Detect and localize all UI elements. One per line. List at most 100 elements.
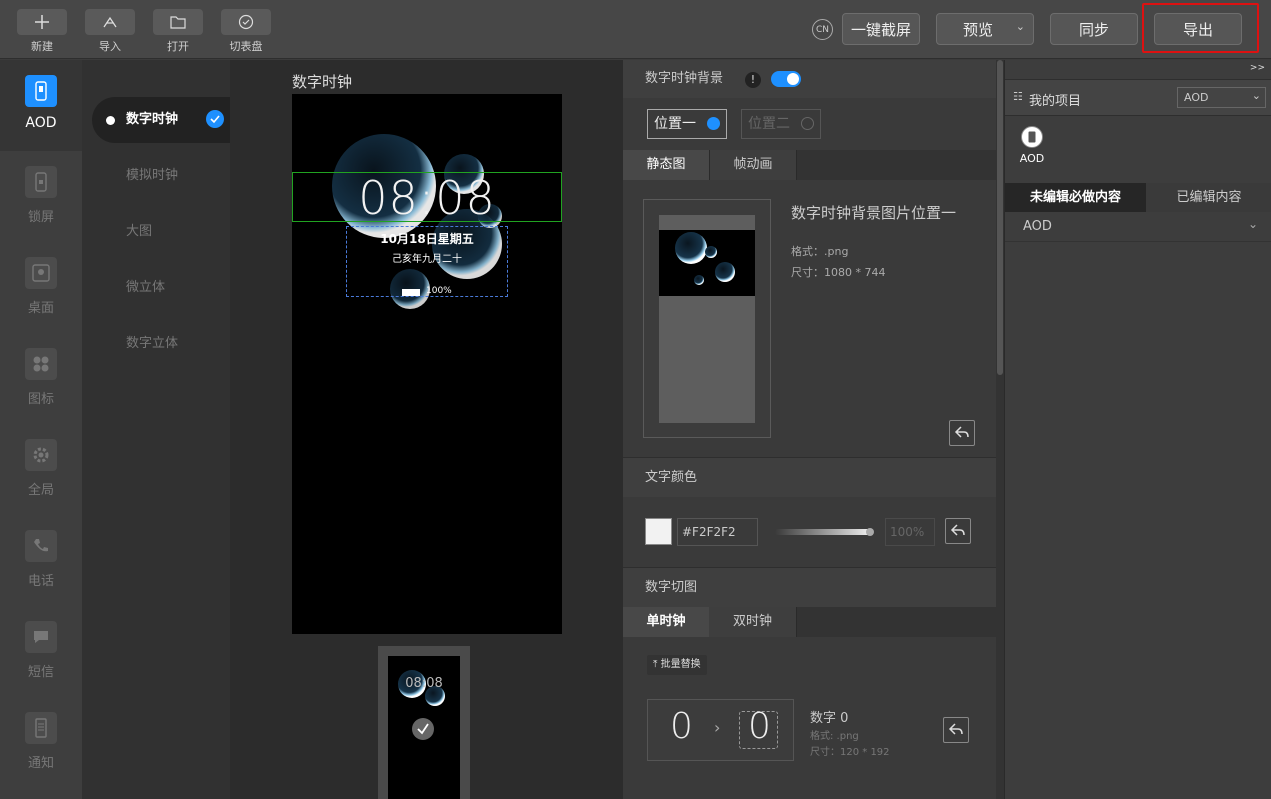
- bg-section-header: 数字时钟背景 !: [623, 60, 996, 98]
- preview-canvas: 数字时钟 08:08 10月18日星期五 己亥年九月二十 100% 08:08: [230, 60, 623, 799]
- subnav-item-analog-clock[interactable]: 模拟时钟: [92, 153, 230, 199]
- my-project-title: 我的项目: [1029, 94, 1082, 109]
- position-one-option[interactable]: 位置一: [647, 109, 727, 139]
- phone-call-icon: [25, 530, 57, 562]
- bg-thumbnail: [659, 230, 755, 296]
- digit-slice-area: ⤒ 批量替换 0 › 0 数字 0 格式: .png 尺寸：120 * 192: [623, 637, 996, 799]
- digit-slice-card[interactable]: 0 › 0: [647, 699, 794, 761]
- import-icon: [85, 9, 135, 35]
- nav-item-icons[interactable]: 图标: [0, 333, 82, 424]
- plus-icon: [17, 9, 67, 35]
- undo-icon: [950, 522, 966, 541]
- color-swatch[interactable]: [645, 518, 672, 545]
- nav-item-sms[interactable]: 短信: [0, 606, 82, 697]
- thumbnail-screen: 08:08: [388, 656, 460, 799]
- digit-target: 0: [748, 706, 771, 747]
- content-tabs: 未编辑必做内容 已编辑内容: [1005, 183, 1271, 212]
- bubbles-thumbnail: [675, 232, 735, 285]
- digit-size: 尺寸：120 * 192: [810, 747, 890, 758]
- battery-percent: 100%: [426, 286, 452, 296]
- position-one-label: 位置一: [654, 116, 696, 132]
- opacity-input[interactable]: 100%: [885, 518, 935, 546]
- import-button[interactable]: 导入: [85, 9, 135, 53]
- chevron-down-icon: ⌄: [1247, 217, 1258, 231]
- revert-digit-button[interactable]: [943, 717, 969, 743]
- group-aod-row[interactable]: AOD ⌄: [1005, 212, 1271, 242]
- clock-lunar-date: 己亥年九月二十: [392, 254, 462, 265]
- bg-toggle-switch[interactable]: [771, 71, 801, 87]
- gear-icon: [25, 439, 57, 471]
- phone-icon: [1021, 126, 1043, 148]
- tab-static-image[interactable]: 静态图: [623, 150, 709, 180]
- clock-count-tabs: 单时钟 双时钟: [623, 607, 996, 637]
- upload-icon: ⤒: [653, 659, 658, 670]
- nav-item-notification[interactable]: 通知: [0, 697, 82, 788]
- preview-thumbnail[interactable]: 08:08: [378, 646, 470, 799]
- image-icon: [25, 257, 57, 289]
- tab-unedited-required[interactable]: 未编辑必做内容: [1005, 183, 1146, 212]
- folder-icon: [153, 9, 203, 35]
- tab-frame-animation[interactable]: 帧动画: [709, 150, 797, 180]
- tab-single-clock[interactable]: 单时钟: [623, 607, 709, 637]
- import-label: 导入: [99, 40, 121, 53]
- message-icon: [25, 621, 57, 653]
- bg-image-slot[interactable]: [643, 199, 771, 438]
- notification-icon: [25, 712, 57, 744]
- tab-double-clock[interactable]: 双时钟: [709, 607, 797, 637]
- preview-label: 预览: [962, 20, 993, 39]
- nav-label: 电话: [27, 574, 54, 589]
- tab-edited[interactable]: 已编辑内容: [1146, 183, 1271, 212]
- project-item-aod[interactable]: AOD: [1019, 126, 1045, 176]
- nav-item-lockscreen[interactable]: 锁屏: [0, 151, 82, 242]
- circle-outline-icon: [801, 117, 814, 130]
- language-badge[interactable]: CN: [812, 19, 833, 40]
- opacity-slider[interactable]: [775, 529, 870, 535]
- revert-bg-button[interactable]: [949, 420, 975, 446]
- nav-item-aod[interactable]: AOD: [0, 60, 82, 151]
- thumbnail-time: 08:08: [405, 676, 443, 691]
- opacity-slider-handle[interactable]: [866, 528, 874, 536]
- screenshot-button[interactable]: 一键截屏: [842, 13, 920, 45]
- nav-label: 全局: [27, 483, 54, 498]
- nav-item-desktop[interactable]: 桌面: [0, 242, 82, 333]
- position-selector: 位置一 位置二: [623, 98, 996, 150]
- info-icon[interactable]: !: [745, 72, 761, 88]
- list-icon: ☷: [1013, 90, 1023, 103]
- color-hex-input[interactable]: #F2F2F2: [677, 518, 758, 546]
- nav-item-global[interactable]: 全局: [0, 424, 82, 515]
- new-button[interactable]: 新建: [17, 9, 67, 53]
- bg-section-title: 数字时钟背景: [645, 71, 724, 86]
- active-dot-icon: [106, 116, 115, 125]
- batch-replace-button[interactable]: ⤒ 批量替换: [647, 655, 707, 675]
- clock-date: 10月18日星期五: [380, 232, 474, 246]
- nav-label: 短信: [27, 665, 54, 680]
- subnav-item-big-image[interactable]: 大图: [92, 209, 230, 255]
- nav-label: 桌面: [27, 301, 54, 316]
- subnav-item-digital-3d[interactable]: 数字立体: [92, 321, 230, 367]
- export-button[interactable]: 导出: [1154, 13, 1242, 45]
- nav-label: AOD: [25, 115, 57, 131]
- text-color-header: 文字颜色: [623, 457, 996, 497]
- nav-label: 通知: [27, 756, 54, 771]
- bg-type-tabs: 静态图 帧动画: [623, 150, 996, 180]
- properties-scrollbar[interactable]: [996, 60, 1004, 799]
- preview-dropdown[interactable]: 预览 ⌄: [936, 13, 1034, 45]
- batch-replace-label: 批量替换: [660, 659, 701, 670]
- revert-color-button[interactable]: [945, 518, 971, 544]
- open-button[interactable]: 打开: [153, 9, 203, 53]
- bg-image-area: 数字时钟背景图片位置一 格式：.png 尺寸：1080 * 744: [623, 180, 996, 457]
- subnav-item-micro-3d[interactable]: 微立体: [92, 265, 230, 311]
- scrollbar-thumb[interactable]: [997, 60, 1003, 375]
- collapse-panel-button[interactable]: >>: [1250, 63, 1265, 73]
- bg-image-size: 尺寸：1080 * 744: [791, 266, 886, 279]
- project-select[interactable]: AOD ⌄: [1177, 87, 1266, 108]
- subnav-item-digital-clock[interactable]: 数字时钟: [92, 97, 230, 143]
- check-circle-icon: [206, 110, 224, 128]
- position-two-option[interactable]: 位置二: [741, 109, 821, 139]
- group-aod-label: AOD: [1023, 219, 1052, 234]
- sync-button[interactable]: 同步: [1050, 13, 1138, 45]
- nav-item-phone[interactable]: 电话: [0, 515, 82, 606]
- position-two-label: 位置二: [748, 116, 790, 132]
- switch-dial-button[interactable]: 切表盘: [221, 9, 271, 53]
- digit-target-slot[interactable]: 0: [739, 706, 778, 749]
